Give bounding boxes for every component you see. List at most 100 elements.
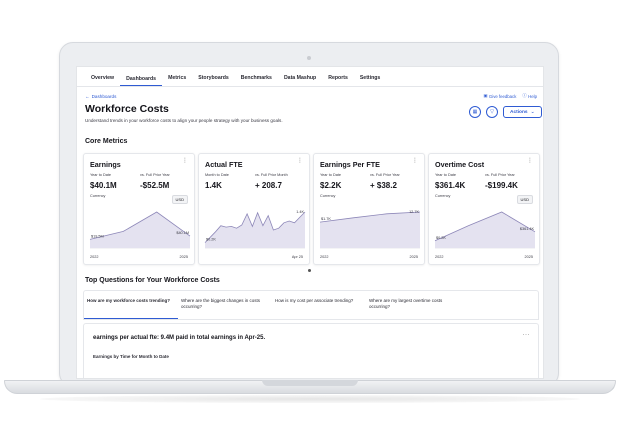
unit-label: Currency [320, 194, 336, 198]
sparkline: $0.2K 1.4K [204, 208, 306, 252]
unit-pill: USD [516, 195, 533, 204]
x-end-label: Apr 25 [291, 255, 303, 259]
tab-settings[interactable]: Settings [354, 75, 386, 86]
calendar-button[interactable]: ▦ [469, 106, 481, 118]
insight-card: earnings per actual fte: 9.4M paid in to… [83, 323, 539, 378]
tab-data-mashup[interactable]: Data Mashup [278, 75, 322, 86]
metric-card-actual-fte[interactable]: Actual FTE ⋮ Month to Date vs. Full Prio… [198, 153, 310, 265]
tab-metrics[interactable]: Metrics [162, 75, 192, 86]
col1-value: $2.2K [320, 181, 342, 190]
col1-label: Year to Date [435, 173, 456, 177]
give-feedback-link[interactable]: ▣ Give feedback [483, 93, 516, 99]
filter-icon: ▽ [490, 109, 494, 115]
laptop-shadow [40, 395, 580, 403]
sparkline-start-label: $0.2K [436, 236, 446, 240]
insight-text: earnings per actual fte: 9.4M paid in to… [93, 335, 266, 341]
tab-dashboards[interactable]: Dashboards [120, 76, 163, 86]
question-tabs: How are my workforce costs trending? Whe… [83, 290, 539, 320]
help-icon: ⓘ [522, 93, 527, 98]
col1-value: $361.4K [435, 181, 466, 190]
sparkline-area [205, 212, 305, 248]
top-questions-title: Top Questions for Your Workforce Costs [85, 277, 220, 284]
sparkline-end-label: 12.7K [409, 210, 419, 214]
tab-benchmarks[interactable]: Benchmarks [235, 75, 278, 86]
sparkline-svg: $0.2K 1.4K [204, 210, 306, 249]
more-vertical-icon[interactable]: ⋮ [412, 158, 418, 164]
metric-card-earnings[interactable]: Earnings ⋮ Year to Date vs. Full Prior Y… [83, 153, 195, 265]
col2-label: vs. Full Prior Year [140, 173, 170, 177]
sparkline-svg: $1.7K 12.7K [319, 210, 421, 249]
sparkline-start-label: $0.2K [206, 238, 216, 242]
actions-label: Actions [510, 109, 528, 115]
sparkline-end-label: $361.4K [520, 227, 535, 231]
x-start-label: 2022 [435, 255, 444, 259]
help-label: Help [528, 93, 537, 99]
sparkline-svg: $0.2K $361.4K [434, 211, 536, 249]
sparkline-start-label: $19.5M [91, 234, 104, 238]
tab-overview[interactable]: Overview [85, 75, 120, 86]
title-actions: ▦ ▽ Actions ⌄ [469, 106, 542, 118]
question-tab-trending[interactable]: How are my workforce costs trending? [84, 291, 178, 319]
sparkline: $0.2K $361.4K [434, 208, 536, 252]
screen: Overview Dashboards Metrics Storyboards … [76, 66, 544, 379]
sparkline-area [90, 212, 190, 248]
metric-card-overtime-cost[interactable]: Overtime Cost ⋮ Year to Date vs. Full Pr… [428, 153, 540, 265]
breadcrumb-bar: ← Dashboards ▣ Give feedback ⓘ Help [85, 92, 537, 100]
calendar-icon: ▦ [472, 109, 478, 115]
insight-chart-title: Earnings by Time for Month to Date [93, 354, 169, 359]
sparkline: $1.7K 12.7K [319, 208, 421, 252]
question-tab-cost-per-associate[interactable]: How is my cost per associate trending? [272, 291, 366, 319]
feedback-icon: ▣ [483, 93, 488, 98]
col2-value: + $38.2 [370, 181, 397, 190]
col2-value: -$52.5M [140, 181, 170, 190]
metric-card-earnings-per-fte[interactable]: Earnings Per FTE ⋮ Year to Date vs. Full… [313, 153, 425, 265]
sparkline-end-label: $40.1M [176, 231, 189, 235]
sparkline-svg: $19.5M $40.1M [89, 211, 191, 249]
col1-label: Year to Date [320, 173, 341, 177]
page-title: Workforce Costs [85, 103, 169, 115]
unit-pill: USD [171, 195, 188, 204]
col1-value: 1.4K [205, 181, 222, 190]
metric-title: Earnings Per FTE [320, 160, 380, 169]
question-tab-overtime[interactable]: Where are my largest overtime costs occu… [366, 291, 460, 319]
more-vertical-icon[interactable]: ⋮ [297, 158, 303, 164]
col1-label: Year to Date [90, 173, 111, 177]
sparkline: $19.5M $40.1M [89, 208, 191, 252]
help-link[interactable]: ⓘ Help [522, 93, 537, 99]
more-vertical-icon[interactable]: ⋮ [182, 158, 188, 164]
question-tab-biggest-changes[interactable]: Where are the biggest changes in costs o… [178, 291, 272, 319]
col1-label: Month to Date [205, 173, 229, 177]
camera-dot [307, 56, 311, 60]
col2-value: -$199.4K [485, 181, 518, 190]
metric-title: Actual FTE [205, 160, 243, 169]
col1-value: $40.1M [90, 181, 117, 190]
metric-title: Earnings [90, 160, 121, 169]
sparkline-start-label: $1.7K [321, 217, 331, 221]
x-end-label: 2025 [179, 255, 188, 259]
carousel-indicator[interactable] [308, 269, 311, 272]
back-label: Dashboards [91, 93, 117, 99]
sparkline-area [320, 212, 420, 248]
more-vertical-icon[interactable]: ⋮ [527, 158, 533, 164]
unit-label: Currency [90, 194, 106, 198]
metric-title: Overtime Cost [435, 160, 485, 169]
tab-reports[interactable]: Reports [322, 75, 354, 86]
col2-label: vs. Full Prior Year [485, 173, 515, 177]
col2-label: vs. Full Prior Month [255, 173, 288, 177]
x-start-label: 2022 [90, 255, 99, 259]
page-subtitle: Understand trends in your workforce cost… [85, 118, 283, 123]
tab-storyboards[interactable]: Storyboards [192, 75, 235, 86]
actions-button[interactable]: Actions ⌄ [503, 106, 542, 118]
filter-button[interactable]: ▽ [486, 106, 498, 118]
more-horizontal-icon[interactable]: ··· [523, 332, 531, 338]
laptop-notch [262, 380, 358, 386]
chevron-down-icon: ⌄ [530, 109, 535, 115]
x-end-label: 2025 [524, 255, 533, 259]
help-links: ▣ Give feedback ⓘ Help [483, 93, 537, 99]
top-nav: Overview Dashboards Metrics Storyboards … [77, 67, 543, 87]
col2-value: + 208.7 [255, 181, 282, 190]
give-feedback-label: Give feedback [488, 93, 517, 99]
x-end-label: 2025 [409, 255, 418, 259]
back-link[interactable]: ← Dashboards [85, 94, 116, 99]
col2-label: vs. Full Prior Year [370, 173, 400, 177]
